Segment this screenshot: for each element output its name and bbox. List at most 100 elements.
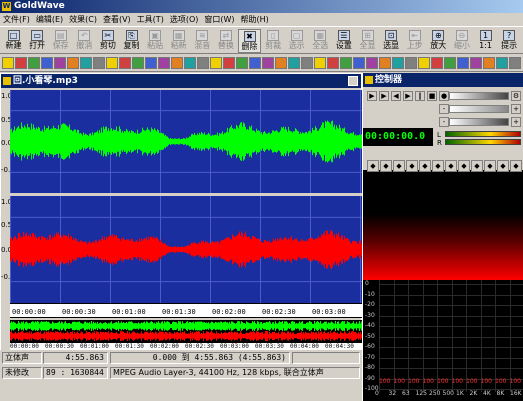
zoom-in-button[interactable]: ⊕ 放大 — [427, 29, 450, 53]
effect-20-icon[interactable] — [249, 57, 261, 69]
effect-23-icon[interactable] — [288, 57, 300, 69]
menu-item-3[interactable]: 查看(V) — [100, 13, 134, 26]
effect-13-icon[interactable] — [158, 57, 170, 69]
cut-button[interactable]: ✂ 剪切 — [96, 29, 119, 53]
effect-2-icon[interactable] — [15, 57, 27, 69]
visual-mode-9-icon[interactable]: ◆ — [471, 160, 483, 172]
select-all-button[interactable]: ▦ 全选 — [309, 29, 332, 53]
speed-reset-button[interactable]: - — [439, 117, 449, 127]
document-titlebar[interactable]: 回.小看琴.mp3 — [1, 74, 361, 88]
timeline-ruler[interactable]: 00:00:00 00:00:30 00:01:00 00:01:30 00:02:00… — [10, 303, 362, 318]
effect-30-icon[interactable] — [379, 57, 391, 69]
menu-item-4[interactable]: 工具(T) — [134, 13, 167, 26]
zoom-out-button[interactable]: ⊖ 缩小 — [450, 29, 473, 53]
effect-26-icon[interactable] — [327, 57, 339, 69]
effect-35-icon[interactable] — [444, 57, 456, 69]
effect-7-icon[interactable] — [80, 57, 92, 69]
menu-item-6[interactable]: 窗口(W) — [201, 13, 237, 26]
effect-34-icon[interactable] — [431, 57, 443, 69]
pause-button[interactable]: ‖ — [415, 91, 425, 101]
undo-button[interactable]: ↶ 撤消 — [73, 29, 96, 53]
menu-item-0[interactable]: 文件(F) — [0, 13, 33, 26]
effect-21-icon[interactable] — [262, 57, 274, 69]
rewind-button[interactable]: ◀ — [391, 91, 401, 101]
effect-31-icon[interactable] — [392, 57, 404, 69]
effect-15-icon[interactable] — [184, 57, 196, 69]
visual-mode-4-icon[interactable]: ◆ — [406, 160, 418, 172]
trim-button[interactable]: ▯ 剪裁 — [262, 29, 285, 53]
speed-slider[interactable] — [449, 118, 509, 126]
visual-mode-3-icon[interactable]: ◆ — [393, 160, 405, 172]
effect-11-icon[interactable] — [132, 57, 144, 69]
effect-16-icon[interactable] — [197, 57, 209, 69]
balance-slider[interactable] — [449, 105, 509, 113]
visual-mode-2-icon[interactable]: ◆ — [380, 160, 392, 172]
menu-item-7[interactable]: 帮助(H) — [238, 13, 272, 26]
open-button[interactable]: ▭ 打开 — [26, 29, 49, 53]
effect-1-icon[interactable] — [2, 57, 14, 69]
effect-3-icon[interactable] — [28, 57, 40, 69]
effect-37-icon[interactable] — [470, 57, 482, 69]
effect-17-icon[interactable] — [210, 57, 222, 69]
effect-8-icon[interactable] — [93, 57, 105, 69]
visual-mode-11-icon[interactable]: ◆ — [497, 160, 509, 172]
mix-button[interactable]: ≋ 混音 — [191, 29, 214, 53]
visual-mode-8-icon[interactable]: ◆ — [458, 160, 470, 172]
settings-icon[interactable]: ⚙ — [511, 91, 521, 101]
visual-mode-12-icon[interactable]: ◆ — [510, 160, 522, 172]
new-button[interactable]: □ 新建 — [2, 29, 25, 53]
play-button[interactable]: ▶ — [367, 91, 377, 101]
balance-plus-button[interactable]: + — [511, 104, 521, 114]
play-selection-button[interactable]: ▶ — [379, 91, 389, 101]
visual-mode-5-icon[interactable]: ◆ — [419, 160, 431, 172]
hint-button[interactable]: ? 提示 — [498, 29, 521, 53]
effect-6-icon[interactable] — [67, 57, 79, 69]
effect-24-icon[interactable] — [301, 57, 313, 69]
effect-9-icon[interactable] — [106, 57, 118, 69]
effect-5-icon[interactable] — [54, 57, 66, 69]
delete-button[interactable]: ✖ 删除 — [238, 29, 261, 53]
maximize-button[interactable] — [348, 76, 358, 86]
effect-40-icon[interactable] — [509, 57, 521, 69]
effect-29-icon[interactable] — [366, 57, 378, 69]
effect-4-icon[interactable] — [41, 57, 53, 69]
effect-33-icon[interactable] — [418, 57, 430, 69]
right-channel-waveform[interactable] — [10, 196, 362, 303]
show-all-button[interactable]: ⊞ 全显 — [356, 29, 379, 53]
copy-button[interactable]: ⎘ 复制 — [120, 29, 143, 53]
document-window[interactable]: 回.小看琴.mp3 1.0 0.5 0.0 -0.5 1.0 0.5 0.0 -… — [0, 73, 362, 366]
effect-28-icon[interactable] — [353, 57, 365, 69]
effect-36-icon[interactable] — [457, 57, 469, 69]
show-selection-button[interactable]: ⊡ 选显 — [380, 29, 403, 53]
effect-14-icon[interactable] — [171, 57, 183, 69]
effect-39-icon[interactable] — [496, 57, 508, 69]
menu-item-5[interactable]: 选项(O) — [167, 13, 202, 26]
effect-32-icon[interactable] — [405, 57, 417, 69]
paste-button[interactable]: ▣ 粘贴 — [144, 29, 167, 53]
paste-new-button[interactable]: ▦ 粘新 — [167, 29, 190, 53]
effect-25-icon[interactable] — [314, 57, 326, 69]
menu-item-2[interactable]: 效果(C) — [66, 13, 100, 26]
record-button[interactable]: ● — [439, 91, 449, 101]
speed-plus-button[interactable]: + — [511, 117, 521, 127]
effect-12-icon[interactable] — [145, 57, 157, 69]
visual-mode-7-icon[interactable]: ◆ — [445, 160, 457, 172]
save-button[interactable]: ▤ 保存 — [49, 29, 72, 53]
balance-reset-button[interactable]: - — [439, 104, 449, 114]
visual-mode-6-icon[interactable]: ◆ — [432, 160, 444, 172]
replace-button[interactable]: ⇄ 替换 — [214, 29, 237, 53]
zoom-1to1-button[interactable]: 1 1:1 — [474, 29, 497, 53]
previous-button[interactable]: ⇤ 上步 — [403, 29, 426, 53]
select-view-button[interactable]: ▢ 选示 — [285, 29, 308, 53]
volume-slider[interactable] — [449, 92, 509, 100]
visual-mode-10-icon[interactable]: ◆ — [484, 160, 496, 172]
effect-18-icon[interactable] — [223, 57, 235, 69]
effect-22-icon[interactable] — [275, 57, 287, 69]
control-titlebar[interactable]: 控制器 — [363, 73, 523, 87]
overview-waveform[interactable] — [10, 320, 362, 342]
effect-10-icon[interactable] — [119, 57, 131, 69]
fast-forward-button[interactable]: ▶ — [403, 91, 413, 101]
visual-mode-1-icon[interactable]: ◆ — [367, 160, 379, 172]
stop-button[interactable]: ■ — [427, 91, 437, 101]
effect-27-icon[interactable] — [340, 57, 352, 69]
